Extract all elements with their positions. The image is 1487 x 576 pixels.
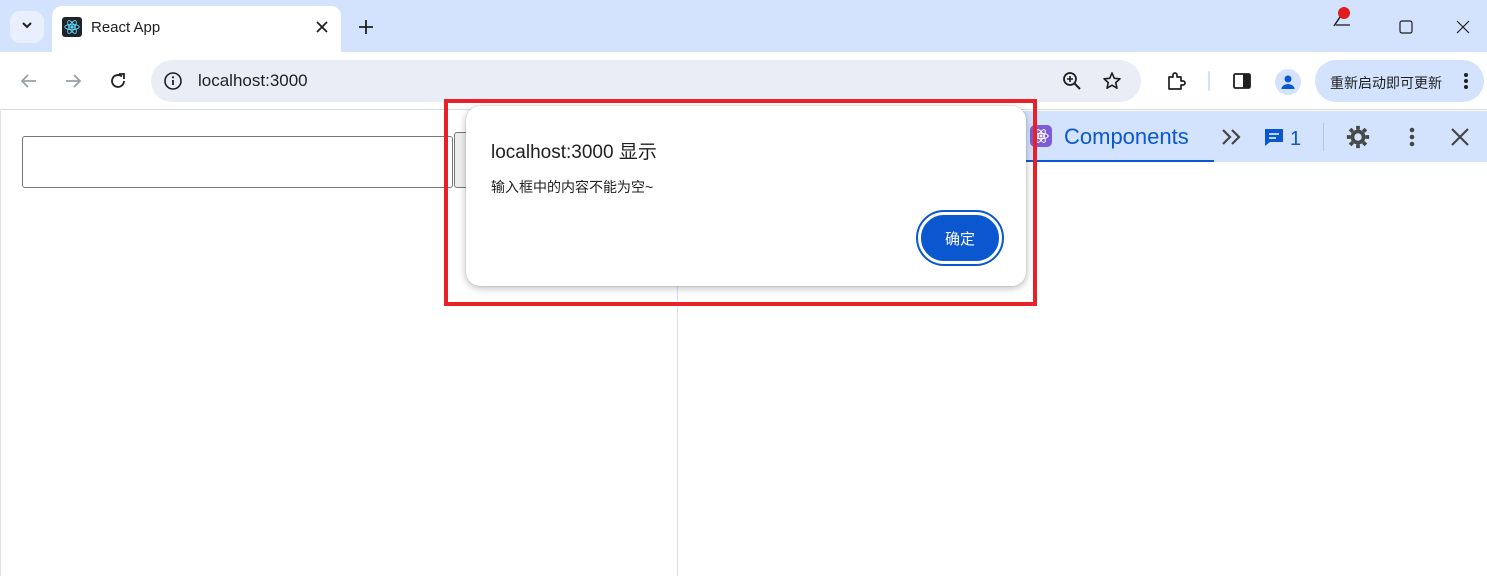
chevron-down-icon bbox=[20, 18, 34, 37]
dialog-message: 输入框中的内容不能为空~ bbox=[491, 179, 654, 195]
update-label: 重新启动即可更新 bbox=[1330, 75, 1442, 91]
double-chevron-right-icon[interactable] bbox=[1219, 124, 1245, 150]
update-button[interactable]: 重新启动即可更新 bbox=[1315, 60, 1484, 102]
react-logo-icon bbox=[62, 17, 82, 37]
back-arrow-icon[interactable] bbox=[17, 69, 41, 93]
browser-toolbar: localhost:3000 重新启动即可更新 bbox=[0, 52, 1487, 110]
tab-strip: React App bbox=[0, 0, 1487, 52]
alert-dialog: localhost:3000 显示 输入框中的内容不能为空~ 确定 bbox=[466, 106, 1026, 286]
close-icon[interactable] bbox=[1447, 124, 1473, 150]
tab-close-icon[interactable] bbox=[313, 18, 331, 36]
tab-components[interactable]: Components bbox=[1008, 111, 1214, 162]
kebab-menu-icon[interactable] bbox=[1458, 69, 1474, 93]
maximize-icon[interactable] bbox=[1393, 14, 1419, 40]
tab-title: React App bbox=[91, 19, 161, 36]
puzzle-icon[interactable] bbox=[1164, 69, 1188, 93]
react-logo-icon bbox=[1030, 125, 1052, 147]
kebab-menu-icon[interactable] bbox=[1399, 124, 1425, 150]
browser-tab[interactable]: React App bbox=[52, 6, 341, 52]
address-bar[interactable]: localhost:3000 bbox=[151, 60, 1141, 102]
url-text: localhost:3000 bbox=[198, 71, 308, 90]
gear-icon[interactable] bbox=[1345, 124, 1371, 150]
person-icon[interactable] bbox=[1275, 69, 1301, 95]
zoom-in-icon[interactable] bbox=[1060, 69, 1084, 93]
forward-arrow-icon[interactable] bbox=[61, 69, 85, 93]
side-panel-icon[interactable] bbox=[1230, 69, 1254, 93]
issues-count: 1 bbox=[1290, 128, 1302, 150]
message-icon[interactable] bbox=[1261, 124, 1287, 150]
star-icon[interactable] bbox=[1100, 69, 1124, 93]
tab-components-label: Components bbox=[1064, 124, 1189, 149]
reload-icon[interactable] bbox=[106, 69, 130, 93]
ok-button[interactable]: 确定 bbox=[916, 210, 1004, 266]
pin-icon bbox=[1330, 4, 1354, 28]
close-icon[interactable] bbox=[1450, 14, 1476, 40]
site-info-icon[interactable] bbox=[161, 69, 185, 93]
plus-icon[interactable] bbox=[354, 15, 378, 39]
text-input[interactable] bbox=[22, 136, 453, 188]
tab-search-button[interactable] bbox=[10, 11, 44, 43]
dialog-title: localhost:3000 显示 bbox=[491, 142, 657, 163]
toolbar-divider bbox=[1208, 71, 1210, 91]
devtools-divider bbox=[1323, 123, 1324, 151]
